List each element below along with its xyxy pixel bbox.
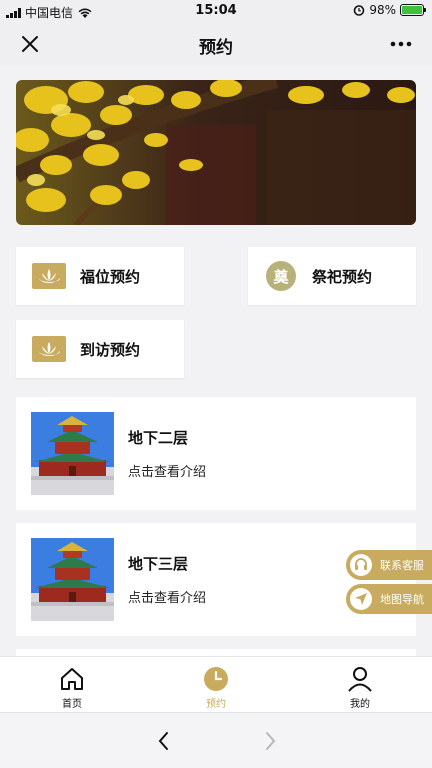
floor-intro-link: 点击查看介绍 xyxy=(128,465,207,480)
tab-bar: 首页 预约 我的 xyxy=(0,656,432,712)
battery-percent: 98% xyxy=(369,3,396,17)
back-icon[interactable] xyxy=(152,727,176,755)
tile-label: 到访预约 xyxy=(80,340,141,359)
tile-jisi-booking[interactable]: 奠 祭祀预约 xyxy=(248,247,416,305)
tab-home-label: 首页 xyxy=(62,699,82,710)
status-bar: 中国电信 15:04 98% xyxy=(0,0,432,22)
headset-icon xyxy=(350,554,372,576)
tile-visit-booking[interactable]: 到访预约 xyxy=(16,320,184,378)
lotus-icon xyxy=(32,261,66,291)
status-right: 98% xyxy=(353,3,426,17)
floor-card-b3[interactable]: 地下三层 点击查看介绍 xyxy=(16,523,416,636)
tile-fuwei-booking[interactable]: 福位预约 xyxy=(16,247,184,305)
pagoda-photo xyxy=(31,538,114,621)
tab-booking-label: 预约 xyxy=(206,699,226,710)
navigation-arrow-icon xyxy=(350,588,372,610)
more-icon[interactable] xyxy=(388,32,414,56)
tab-booking[interactable]: 预约 xyxy=(186,665,246,710)
tab-home[interactable]: 首页 xyxy=(42,665,102,710)
contact-service-button[interactable]: 联系客服 xyxy=(346,550,432,580)
pagoda-photo xyxy=(31,412,114,495)
map-navigation-button[interactable]: 地图导航 xyxy=(346,584,432,614)
alarm-icon xyxy=(354,5,365,16)
banner-image[interactable] xyxy=(16,80,416,225)
home-icon xyxy=(42,665,102,693)
tab-mine[interactable]: 我的 xyxy=(330,665,390,710)
floor-intro-link: 点击查看介绍 xyxy=(128,591,207,606)
map-navigation-label: 地图导航 xyxy=(380,593,424,606)
floor-card-b2[interactable]: 地下二层 点击查看介绍 xyxy=(16,397,416,510)
battery-icon xyxy=(400,4,426,16)
tile-label: 福位预约 xyxy=(80,267,141,286)
ginkgo-leaves-banner xyxy=(16,80,416,225)
floor-title: 地下三层 xyxy=(128,555,189,573)
nav-header: 预约 xyxy=(0,22,432,66)
tab-mine-label: 我的 xyxy=(350,699,370,710)
lotus-icon xyxy=(32,334,66,364)
clock-icon xyxy=(186,665,246,693)
contact-service-label: 联系客服 xyxy=(380,559,424,572)
page-title: 预约 xyxy=(199,38,233,58)
browser-toolbar xyxy=(0,712,432,768)
user-icon xyxy=(330,665,390,693)
tile-label: 祭祀预约 xyxy=(312,267,373,286)
dian-character-icon: 奠 xyxy=(264,261,298,291)
dian-character: 奠 xyxy=(266,261,296,291)
forward-icon[interactable] xyxy=(258,727,282,755)
floor-title: 地下二层 xyxy=(128,429,189,447)
